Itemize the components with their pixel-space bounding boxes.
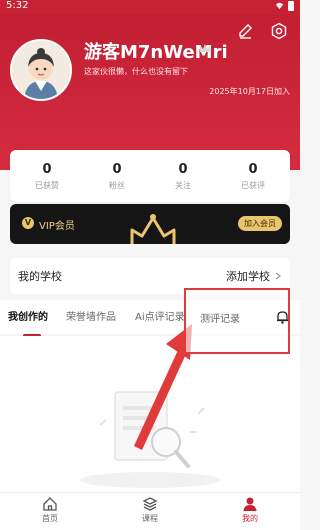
home-icon <box>43 497 57 511</box>
vip-badge-icon: V <box>22 217 34 229</box>
crown-icon <box>200 44 210 52</box>
bottom-navigation: 首页 课程 我的 <box>0 492 300 530</box>
stat-label: 粉丝 <box>109 180 125 190</box>
bell-icon[interactable] <box>276 310 289 324</box>
stat-value: 0 <box>178 161 188 177</box>
school-label: 我的学校 <box>18 270 62 283</box>
gear-icon[interactable] <box>270 22 288 40</box>
chevron-right-icon <box>275 272 281 280</box>
nav-courses[interactable]: 课程 <box>100 493 200 530</box>
status-time: 5:32 <box>6 0 29 11</box>
join-date: 2025年10月17日加入 <box>209 87 290 96</box>
avatar-illustration <box>12 41 70 99</box>
tab-my-creations[interactable]: 我创作的 <box>8 308 48 323</box>
add-school-label: 添加学校 <box>226 270 270 283</box>
tab-evaluation-records[interactable]: 测评记录 <box>200 310 240 325</box>
join-vip-button[interactable]: 加入会员 <box>238 216 282 231</box>
stats-card: 0 已获赞 0 粉丝 0 关注 0 已获评 <box>10 150 290 202</box>
stat-following[interactable]: 0 关注 <box>175 162 191 191</box>
layers-icon <box>142 497 158 511</box>
profile-bio: 这家伙很懒，什么也没有留下 <box>84 67 188 76</box>
status-icons <box>275 1 294 11</box>
nav-home-label: 首页 <box>42 514 58 523</box>
stat-value: 0 <box>112 161 122 177</box>
stat-label: 已获评 <box>241 180 265 190</box>
stat-comments[interactable]: 0 已获评 <box>241 162 265 191</box>
stat-value: 0 <box>42 161 52 177</box>
stat-value: 0 <box>248 161 258 177</box>
vip-label: VIP会员 <box>39 221 75 232</box>
battery-icon <box>288 1 294 11</box>
nav-courses-label: 课程 <box>142 514 158 523</box>
profile-header: 游客M7nWeMri 这家伙很懒，什么也没有留下 2025年10月17日加入 <box>0 14 300 170</box>
wifi-icon <box>275 2 284 10</box>
avatar[interactable] <box>10 39 72 101</box>
nav-home[interactable]: 首页 <box>0 493 100 530</box>
status-bar: 5:32 <box>0 0 300 14</box>
stat-fans[interactable]: 0 粉丝 <box>109 162 125 191</box>
vip-banner[interactable]: V VIP会员 加入会员 <box>10 204 290 244</box>
nav-mine[interactable]: 我的 <box>200 493 300 530</box>
stat-label: 关注 <box>175 180 191 190</box>
tab-honor-wall[interactable]: 荣誉墙作品 <box>66 308 116 323</box>
vip-crown-icon <box>130 214 176 244</box>
stat-label: 已获赞 <box>35 180 59 190</box>
stat-likes[interactable]: 0 已获赞 <box>35 162 59 191</box>
nav-mine-label: 我的 <box>242 514 258 523</box>
user-icon <box>243 497 257 511</box>
edit-icon[interactable] <box>236 22 254 40</box>
add-school-link[interactable]: 添加学校 <box>226 268 282 284</box>
